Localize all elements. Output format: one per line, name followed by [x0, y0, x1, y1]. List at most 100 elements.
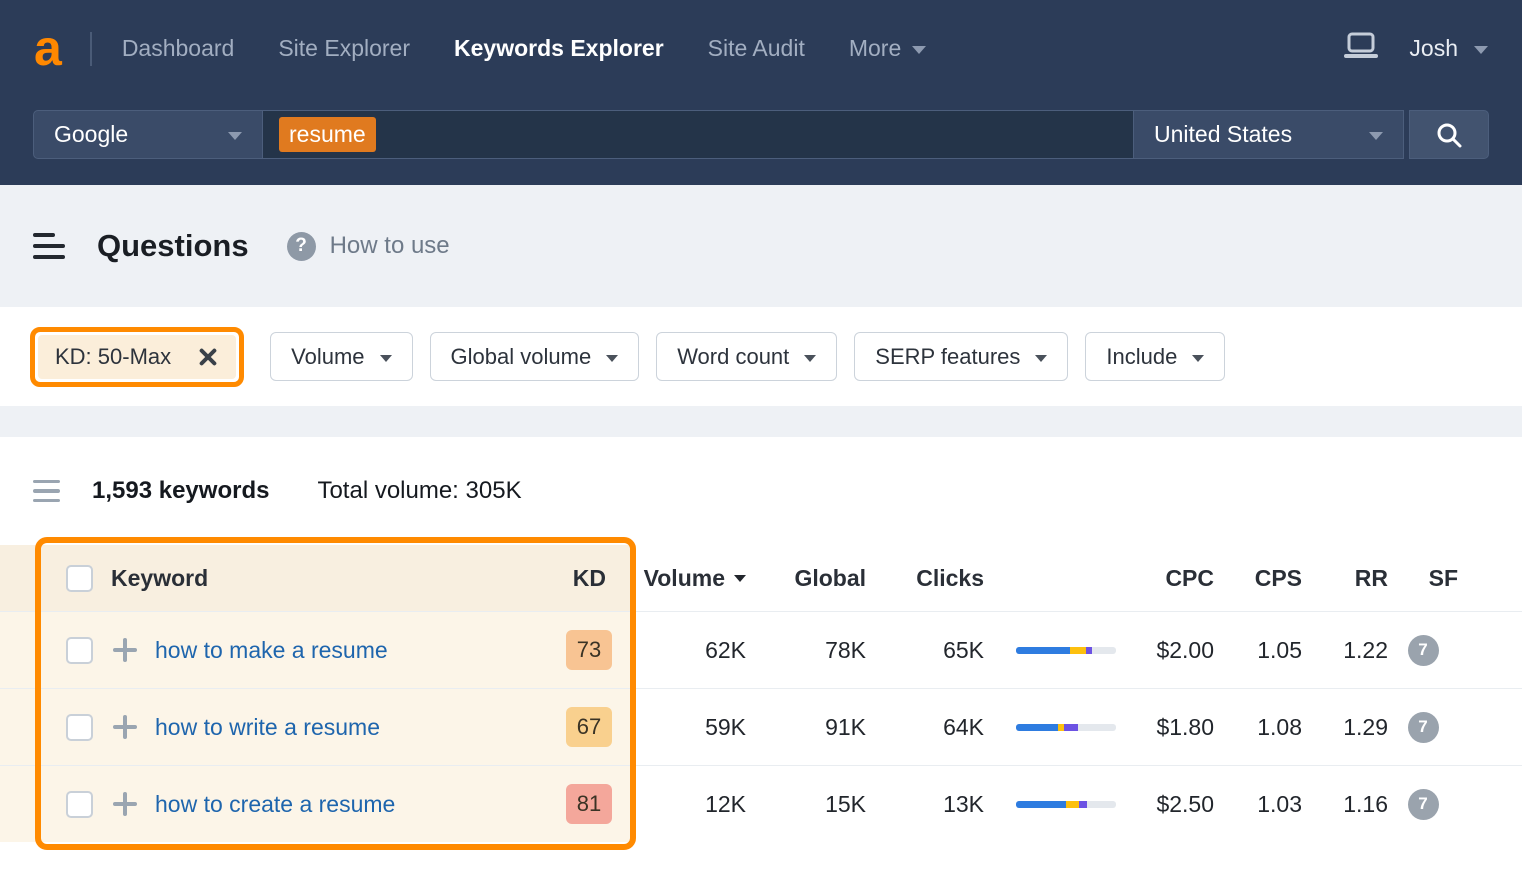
serp-features-badge[interactable]: 7 — [1408, 635, 1439, 666]
filter-include[interactable]: Include — [1085, 332, 1225, 381]
column-header-label: CPC — [1165, 565, 1214, 592]
nav-item-more[interactable]: More — [849, 35, 926, 62]
ahrefs-logo[interactable]: a — [34, 26, 62, 71]
table-row: how to create a resume 81 12K 15K 13K $2… — [0, 765, 1522, 842]
chevron-down-icon — [1035, 355, 1047, 362]
column-header-sf[interactable]: SF — [1388, 565, 1458, 592]
column-header-clicks[interactable]: Clicks — [866, 565, 984, 592]
nav-item-dashboard[interactable]: Dashboard — [122, 35, 235, 62]
nav-menu: Dashboard Site Explorer Keywords Explore… — [122, 35, 926, 62]
filter-serp-features[interactable]: SERP features — [854, 332, 1068, 381]
cps-value: 1.08 — [1214, 714, 1302, 741]
global-value: 15K — [746, 791, 866, 818]
column-header-volume[interactable]: Volume — [636, 565, 746, 592]
filter-label: Include — [1106, 344, 1177, 370]
query-token: resume — [279, 117, 376, 152]
column-header-keyword[interactable]: Keyword — [111, 565, 208, 592]
how-to-use-link[interactable]: How to use — [330, 232, 450, 260]
column-header-label: SF — [1429, 565, 1458, 592]
column-header-label: Clicks — [916, 565, 984, 592]
filter-word-count[interactable]: Word count — [656, 332, 837, 381]
top-nav: a Dashboard Site Explorer Keywords Explo… — [0, 0, 1522, 97]
clicks-value: 64K — [866, 714, 984, 741]
nav-item-label: Site Explorer — [278, 35, 410, 62]
column-header-label: CPS — [1255, 565, 1302, 592]
column-header-global[interactable]: Global — [746, 565, 866, 592]
table-header-right: Volume Global Clicks CPC CPS RR SF — [636, 545, 1522, 611]
sf-cell: 7 — [1388, 712, 1458, 743]
row-checkbox[interactable] — [66, 714, 93, 741]
user-menu[interactable]: Josh — [1409, 35, 1458, 62]
clicks-value: 13K — [866, 791, 984, 818]
table-options-icon[interactable] — [33, 480, 60, 503]
serp-features-badge[interactable]: 7 — [1408, 712, 1439, 743]
clicks-distribution-bar — [1016, 647, 1116, 654]
keyword-query-input[interactable]: resume — [263, 110, 1134, 159]
sf-cell: 7 — [1388, 635, 1458, 666]
nav-item-keywords-explorer[interactable]: Keywords Explorer — [454, 35, 664, 62]
chevron-down-icon — [1192, 355, 1204, 362]
column-header-cpc[interactable]: CPC — [1124, 565, 1214, 592]
cpc-value: $2.50 — [1124, 791, 1214, 818]
filter-volume[interactable]: Volume — [270, 332, 412, 381]
chevron-down-icon — [380, 355, 392, 362]
rr-value: 1.29 — [1302, 714, 1388, 741]
nav-item-site-explorer[interactable]: Site Explorer — [278, 35, 410, 62]
cpc-value: $1.80 — [1124, 714, 1214, 741]
results-card: 1,593 keywords Total volume: 305K Keywor… — [0, 437, 1522, 870]
row-right: 62K 78K 65K $2.00 1.05 1.22 7 — [636, 612, 1522, 688]
cpc-value: $2.00 — [1124, 637, 1214, 664]
country-select[interactable]: United States — [1134, 110, 1404, 159]
kd-badge: 73 — [566, 630, 612, 670]
search-engine-value: Google — [54, 121, 128, 148]
nav-item-site-audit[interactable]: Site Audit — [708, 35, 805, 62]
search-button[interactable] — [1409, 110, 1489, 159]
serp-features-badge[interactable]: 7 — [1408, 789, 1439, 820]
filter-global-volume[interactable]: Global volume — [430, 332, 640, 381]
filter-label: Global volume — [451, 344, 592, 370]
rr-value: 1.16 — [1302, 791, 1388, 818]
table-row: how to make a resume 73 62K 78K 65K $2.0… — [0, 611, 1522, 688]
global-value: 91K — [746, 714, 866, 741]
add-to-list-icon[interactable] — [111, 636, 139, 664]
chevron-down-icon — [912, 46, 926, 54]
row-left: how to make a resume 73 — [0, 612, 636, 688]
chevron-down-icon — [606, 355, 618, 362]
add-to-list-icon[interactable] — [111, 713, 139, 741]
volume-value: 59K — [636, 714, 746, 741]
column-header-cps[interactable]: CPS — [1214, 565, 1302, 592]
sort-desc-icon — [734, 575, 746, 582]
help-icon[interactable]: ? — [287, 232, 316, 261]
cps-value: 1.03 — [1214, 791, 1302, 818]
column-header-rr[interactable]: RR — [1302, 565, 1388, 592]
chevron-down-icon[interactable] — [1474, 46, 1488, 54]
sf-cell: 7 — [1388, 789, 1458, 820]
kd-filter-chip[interactable]: KD: 50-Max — [38, 335, 236, 379]
keyword-link[interactable]: how to create a resume — [155, 791, 395, 818]
volume-value: 62K — [636, 637, 746, 664]
row-checkbox[interactable] — [66, 637, 93, 664]
search-bar: Google resume United States — [0, 97, 1522, 185]
row-checkbox[interactable] — [66, 791, 93, 818]
sidebar-toggle-icon[interactable] — [33, 233, 65, 259]
filter-label: Volume — [291, 344, 364, 370]
kd-filter-chip-label: KD: 50-Max — [55, 344, 171, 370]
clicks-bar-cell — [984, 647, 1124, 654]
keyword-link[interactable]: how to make a resume — [155, 637, 388, 664]
row-right: 12K 15K 13K $2.50 1.03 1.16 7 — [636, 766, 1522, 842]
keyword-link[interactable]: how to write a resume — [155, 714, 380, 741]
volume-value: 12K — [636, 791, 746, 818]
kd-badge: 67 — [566, 707, 612, 747]
column-header-kd[interactable]: KD — [573, 565, 606, 592]
laptop-icon[interactable] — [1343, 32, 1379, 65]
rr-value: 1.22 — [1302, 637, 1388, 664]
close-icon[interactable] — [197, 346, 219, 368]
select-all-checkbox[interactable] — [66, 565, 93, 592]
country-value: United States — [1154, 121, 1292, 148]
add-to-list-icon[interactable] — [111, 790, 139, 818]
table-row: how to write a resume 67 59K 91K 64K $1.… — [0, 688, 1522, 765]
nav-item-label: Dashboard — [122, 35, 235, 62]
search-engine-select[interactable]: Google — [33, 110, 263, 159]
filter-bar: KD: 50-Max Volume Global volume Word cou… — [0, 307, 1522, 406]
chevron-down-icon — [1369, 132, 1383, 140]
